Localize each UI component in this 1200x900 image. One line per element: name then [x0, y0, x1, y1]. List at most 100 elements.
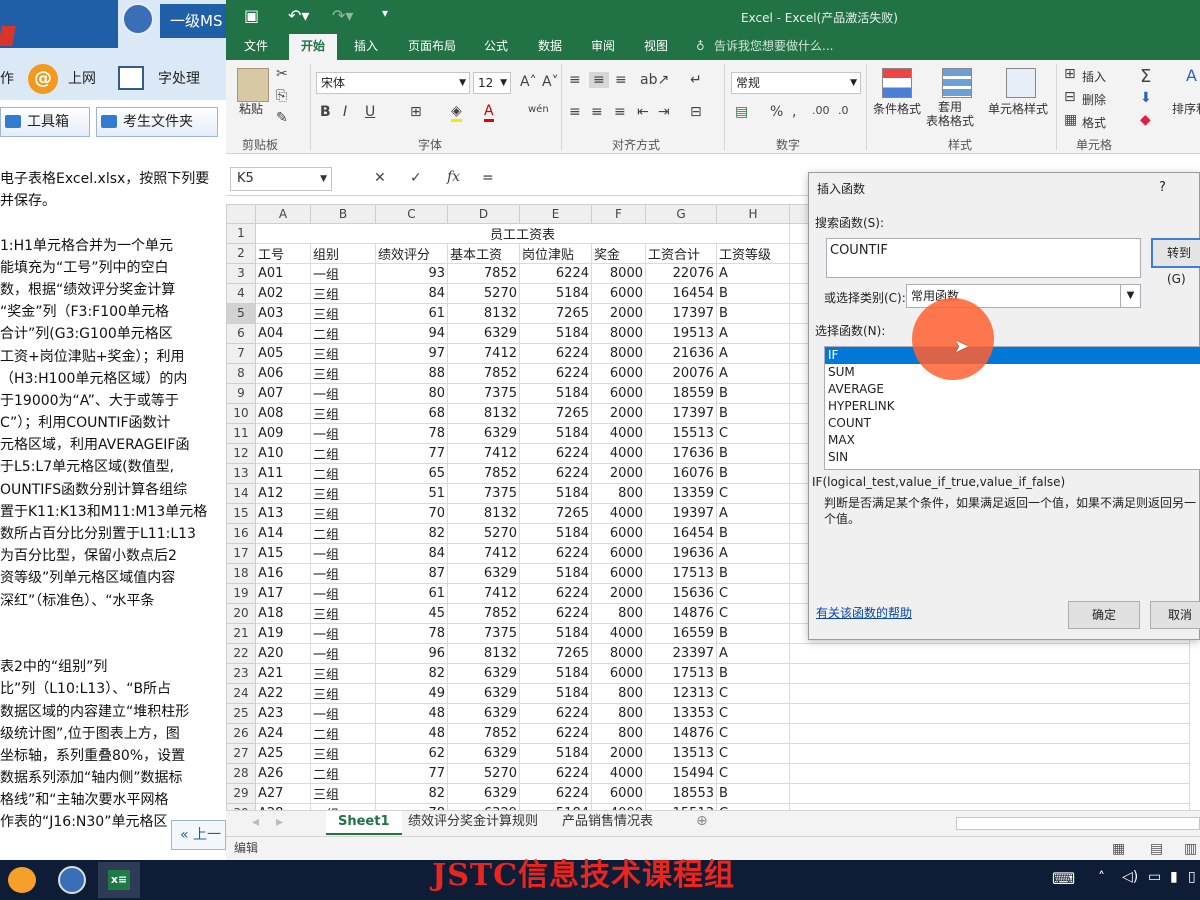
header-cell[interactable]: 岗位津贴: [519, 242, 592, 264]
header-cell[interactable]: 基本工资: [447, 242, 520, 264]
sort-filter-button[interactable]: 排序和: [1172, 100, 1200, 117]
row-header[interactable]: 3: [226, 262, 256, 284]
cell[interactable]: 22076: [645, 262, 717, 284]
cell[interactable]: 二组: [310, 442, 376, 464]
row-header[interactable]: 20: [226, 602, 256, 624]
row-header[interactable]: 29: [226, 782, 256, 804]
row-header[interactable]: 12: [226, 442, 256, 464]
cell[interactable]: C: [716, 722, 790, 744]
cell[interactable]: 5184: [519, 802, 592, 810]
cell[interactable]: 17513: [645, 662, 717, 684]
header-cell[interactable]: 工号: [255, 242, 311, 264]
cell[interactable]: 19513: [645, 322, 717, 344]
cell[interactable]: 8132: [447, 302, 520, 324]
save-icon[interactable]: ▣: [244, 6, 259, 25]
cell[interactable]: 三组: [310, 782, 376, 804]
row-header[interactable]: 14: [226, 482, 256, 504]
function-help-link[interactable]: 有关该函数的帮助: [816, 604, 912, 621]
cell[interactable]: [789, 802, 1190, 810]
cell[interactable]: 5184: [519, 282, 592, 304]
conditional-format-icon[interactable]: [882, 68, 912, 98]
customize-qat-icon[interactable]: ▾: [382, 6, 388, 20]
cell[interactable]: 21636: [645, 342, 717, 364]
cell[interactable]: 800: [591, 702, 646, 724]
cell[interactable]: 80: [375, 382, 448, 404]
cell[interactable]: 2000: [591, 582, 646, 604]
tab-view[interactable]: 视图: [644, 34, 668, 60]
cell[interactable]: 三组: [310, 362, 376, 384]
insert-function-icon[interactable]: fx: [447, 169, 460, 185]
select-all-corner[interactable]: [226, 204, 256, 224]
cell[interactable]: 2000: [591, 462, 646, 484]
row-header[interactable]: 4: [226, 282, 256, 304]
row-header[interactable]: 22: [226, 642, 256, 664]
cell[interactable]: 17397: [645, 402, 717, 424]
cell[interactable]: 7412: [447, 582, 520, 604]
row-header[interactable]: 23: [226, 662, 256, 684]
cell[interactable]: 一组: [310, 622, 376, 644]
font-size-select[interactable]: 12 ▼: [473, 72, 511, 94]
align-middle-icon[interactable]: ≡: [589, 72, 609, 88]
column-header[interactable]: C: [375, 204, 448, 224]
phonetic-icon[interactable]: wén: [528, 104, 549, 115]
cell[interactable]: C: [716, 742, 790, 764]
dialog-help-icon[interactable]: ?: [1159, 180, 1166, 195]
cell[interactable]: 23397: [645, 642, 717, 664]
notification-icon[interactable]: ▯: [1188, 869, 1196, 885]
cell[interactable]: A28: [255, 802, 311, 810]
cell[interactable]: 16454: [645, 282, 717, 304]
cell[interactable]: A06: [255, 362, 311, 384]
cell[interactable]: 15513: [645, 422, 717, 444]
cell[interactable]: 14876: [645, 602, 717, 624]
previous-button[interactable]: « 上一: [171, 820, 226, 850]
scroll-left-icon[interactable]: ◂: [252, 814, 259, 830]
cell[interactable]: 7852: [447, 722, 520, 744]
cell[interactable]: 8000: [591, 322, 646, 344]
row-header[interactable]: 9: [226, 382, 256, 404]
tab-file[interactable]: 文件: [244, 34, 268, 60]
function-list[interactable]: IF SUM AVERAGE HYPERLINK COUNT MAX SIN: [824, 346, 1200, 470]
cell[interactable]: 6329: [447, 782, 520, 804]
cell[interactable]: 19636: [645, 542, 717, 564]
row-header[interactable]: 15: [226, 502, 256, 524]
cell[interactable]: 6000: [591, 362, 646, 384]
insert-cells-icon[interactable]: ⊞: [1064, 66, 1076, 82]
cell[interactable]: A22: [255, 682, 311, 704]
cell[interactable]: 12313: [645, 682, 717, 704]
row-header[interactable]: 17: [226, 542, 256, 564]
toolbar-item-work[interactable]: 作: [0, 64, 14, 94]
row-header[interactable]: 24: [226, 682, 256, 704]
conditional-format-button[interactable]: 条件格式: [873, 100, 921, 117]
cell[interactable]: A02: [255, 282, 311, 304]
cell[interactable]: A: [716, 502, 790, 524]
cell[interactable]: A16: [255, 562, 311, 584]
sheet-title-cell[interactable]: 员工工资表: [255, 222, 790, 244]
align-center-icon[interactable]: ≡: [591, 104, 603, 120]
shrink-font-icon[interactable]: A˅: [542, 74, 559, 90]
cell[interactable]: 16076: [645, 462, 717, 484]
bold-icon[interactable]: B: [320, 104, 331, 120]
cell[interactable]: 6329: [447, 322, 520, 344]
table-format-icon[interactable]: [942, 68, 972, 98]
cell[interactable]: 8000: [591, 642, 646, 664]
battery-icon[interactable]: ▮: [1170, 869, 1178, 885]
cell[interactable]: 7852: [447, 602, 520, 624]
row-header[interactable]: 6: [226, 322, 256, 344]
sheet-tab-sheet1[interactable]: Sheet1: [326, 811, 402, 835]
cell[interactable]: 一组: [310, 642, 376, 664]
cell[interactable]: [789, 722, 1190, 744]
page-layout-view-icon[interactable]: ▤: [1150, 838, 1163, 860]
cell[interactable]: A15: [255, 542, 311, 564]
number-format-select[interactable]: 常规 ▼: [731, 72, 861, 94]
cell[interactable]: 800: [591, 682, 646, 704]
cell[interactable]: 一组: [310, 582, 376, 604]
cell[interactable]: 7375: [447, 382, 520, 404]
cell[interactable]: 17513: [645, 562, 717, 584]
cell[interactable]: 70: [375, 502, 448, 524]
cell[interactable]: 二组: [310, 722, 376, 744]
cell[interactable]: A12: [255, 482, 311, 504]
italic-icon[interactable]: I: [343, 104, 347, 120]
cell[interactable]: A01: [255, 262, 311, 284]
cell-style-button[interactable]: 单元格样式: [988, 100, 1048, 117]
cell[interactable]: 7375: [447, 622, 520, 644]
